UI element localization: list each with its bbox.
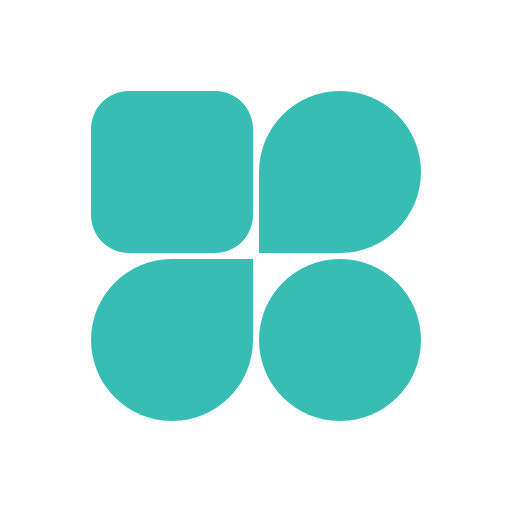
top-right-petal [259,91,421,253]
bottom-left-petal [91,259,253,421]
bottom-right-petal [259,259,421,421]
logo-graphic [91,91,421,421]
canvas [0,0,512,512]
app-logo-icon [91,91,421,421]
top-left-petal [91,91,253,253]
